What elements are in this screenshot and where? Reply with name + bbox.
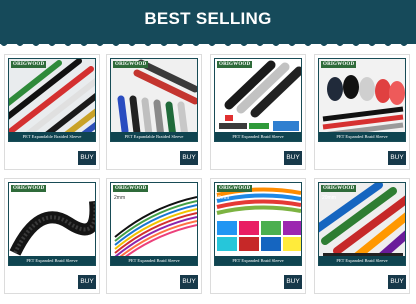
size-tag: 14mm <box>218 71 232 77</box>
product-caption: PET Expandable Braided Sleeve <box>111 132 197 141</box>
braided-sleeve-image <box>9 59 95 141</box>
product-card[interactable]: ORIGWOOD 8mm PET Expanded Braid Sleeve B… <box>210 178 306 294</box>
product-image[interactable]: ORIGWOOD Black PET Expanded Braid Sleeve <box>8 182 96 266</box>
product-caption: PET Expanded Braid Sleeve <box>319 256 405 265</box>
brand-badge: ORIGWOOD <box>217 185 253 192</box>
product-image[interactable]: ORIGWOOD 14mm PET Expanded Braid Sleeve <box>214 58 302 142</box>
buy-button[interactable]: BUY <box>388 151 406 165</box>
braided-sleeve-image <box>319 59 405 141</box>
size-tag: Black <box>12 195 25 201</box>
brand-badge: ORIGWOOD <box>113 185 149 192</box>
product-image[interactable]: ORIGWOOD PET Expandable Braided Sleeve <box>110 58 198 142</box>
buy-button[interactable]: BUY <box>284 151 302 165</box>
product-card[interactable]: ORIGWOOD PET Expanded Braid Sleeve BUY <box>314 54 410 170</box>
product-image[interactable]: ORIGWOOD PET Expandable Braided Sleeve <box>8 58 96 142</box>
product-caption: PET Expanded Braid Sleeve <box>215 256 301 265</box>
brand-badge: ORIGWOOD <box>217 61 253 68</box>
product-image[interactable]: ORIGWOOD 2mm PET Expanded Braid Sleeve <box>110 182 198 266</box>
size-tag: 8mm <box>218 195 230 201</box>
product-card[interactable]: ORIGWOOD PET Expandable Braided Sleeve B… <box>106 54 202 170</box>
braided-sleeve-image <box>111 59 197 141</box>
product-card[interactable]: ORIGWOOD 2mm PET Expanded Braid Sleeve B… <box>106 178 202 294</box>
buy-button[interactable]: BUY <box>78 275 96 289</box>
product-caption: PET Expanded Braid Sleeve <box>319 132 405 141</box>
brand-badge: ORIGWOOD <box>113 61 149 68</box>
product-card[interactable]: ORIGWOOD 14mm PET Expanded Braid Sleeve … <box>210 54 306 170</box>
product-caption: PET Expandable Braided Sleeve <box>9 132 95 141</box>
product-card[interactable]: ORIGWOOD Black PET Expanded Braid Sleeve… <box>4 178 100 294</box>
product-caption: PET Expanded Braid Sleeve <box>111 256 197 265</box>
buy-button[interactable]: BUY <box>388 275 406 289</box>
size-tag: 2mm <box>114 195 126 201</box>
product-image[interactable]: ORIGWOOD PET Expanded Braid Sleeve <box>318 58 406 142</box>
brand-badge: ORIGWOOD <box>11 185 47 192</box>
brand-badge: ORIGWOOD <box>321 61 357 68</box>
buy-button[interactable]: BUY <box>78 151 96 165</box>
product-grid: ORIGWOOD PET Expandable Braided Sleeve B… <box>0 52 416 304</box>
buy-button[interactable]: BUY <box>284 275 302 289</box>
product-image[interactable]: ORIGWOOD 20mm PET Expanded Braid Sleeve <box>318 182 406 266</box>
product-card[interactable]: ORIGWOOD 20mm PET Expanded Braid Sleeve … <box>314 178 410 294</box>
page-header: BEST SELLING <box>0 0 416 46</box>
size-tag: 20mm <box>322 195 336 201</box>
product-image[interactable]: ORIGWOOD 8mm PET Expanded Braid Sleeve <box>214 182 302 266</box>
product-caption: PET Expanded Braid Sleeve <box>215 132 301 141</box>
section-title: BEST SELLING <box>144 9 272 28</box>
buy-button[interactable]: BUY <box>180 275 198 289</box>
product-caption: PET Expanded Braid Sleeve <box>9 256 95 265</box>
buy-button[interactable]: BUY <box>180 151 198 165</box>
product-card[interactable]: ORIGWOOD PET Expandable Braided Sleeve B… <box>4 54 100 170</box>
header-wave-edge <box>0 43 416 46</box>
brand-badge: ORIGWOOD <box>11 61 47 68</box>
brand-badge: ORIGWOOD <box>321 185 357 192</box>
